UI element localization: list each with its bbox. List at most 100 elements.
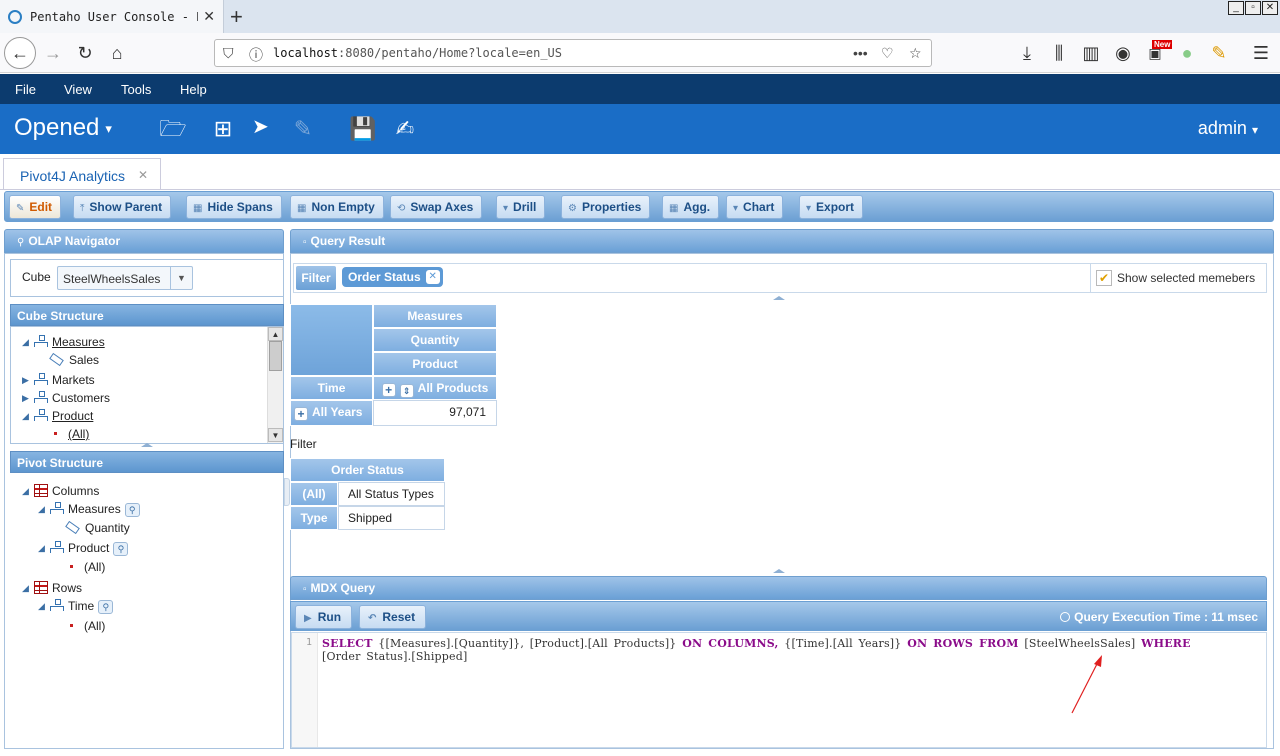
cube-structure-scrollbar[interactable]: ▲ ▼ bbox=[267, 327, 283, 443]
expanded-arrow-icon[interactable]: ◢ bbox=[22, 408, 29, 424]
new-tab-icon[interactable]: + bbox=[230, 4, 243, 30]
expanded-arrow-icon[interactable]: ◢ bbox=[38, 501, 45, 517]
chevron-down-icon: ▾ bbox=[806, 203, 812, 214]
tree-item-product[interactable]: ◢ Product bbox=[22, 408, 93, 424]
collapsed-arrow-icon[interactable]: ▶ bbox=[22, 390, 29, 406]
tree-item-product-all[interactable]: (All) bbox=[70, 559, 105, 575]
show-selected-checkbox[interactable]: ✔ bbox=[1096, 270, 1112, 286]
collapsed-arrow-icon[interactable]: ▶ bbox=[22, 372, 29, 388]
pocket-icon[interactable]: ♡ bbox=[881, 45, 894, 62]
expand-plus-icon[interactable]: + bbox=[294, 407, 308, 421]
column-header-measures[interactable]: Measures bbox=[373, 304, 497, 328]
splitter-handle[interactable] bbox=[131, 442, 163, 449]
search-icon[interactable]: ⚲ bbox=[98, 600, 114, 614]
tree-item-time-all[interactable]: (All) bbox=[70, 618, 105, 634]
expanded-arrow-icon[interactable]: ◢ bbox=[38, 598, 45, 614]
tree-item-measures[interactable]: ◢ Measures bbox=[22, 334, 105, 350]
search-icon[interactable]: ⚲ bbox=[113, 542, 129, 556]
tree-item-markets[interactable]: ▶ Markets bbox=[22, 372, 95, 388]
save-icon[interactable]: 💾 bbox=[348, 116, 378, 142]
edit-pencil-icon[interactable]: ✎ bbox=[288, 116, 318, 142]
scroll-down-icon[interactable]: ▼ bbox=[268, 428, 283, 442]
tree-item-all[interactable]: (All) bbox=[54, 426, 89, 442]
filter-chip-order-status[interactable]: Order Status ✕ bbox=[342, 267, 443, 287]
row-header-time[interactable]: Time bbox=[290, 376, 373, 400]
drill-button[interactable]: ▾ Drill bbox=[496, 195, 546, 219]
scroll-up-icon[interactable]: ▲ bbox=[268, 327, 283, 341]
back-icon[interactable]: ← bbox=[4, 37, 36, 69]
expand-plus-icon[interactable]: + bbox=[381, 383, 396, 397]
extension-pencil-icon[interactable]: ✎ bbox=[1206, 40, 1232, 66]
chart-button[interactable]: ▾ Chart bbox=[726, 195, 784, 219]
extension-circle-icon[interactable]: ● bbox=[1174, 40, 1200, 66]
swap-axes-button[interactable]: ⟲ Swap Axes bbox=[390, 195, 483, 219]
minimize-icon[interactable]: _ bbox=[1228, 1, 1244, 15]
tree-item-quantity[interactable]: Quantity bbox=[65, 520, 130, 536]
column-header-product[interactable]: Product bbox=[373, 352, 497, 376]
hamburger-menu-icon[interactable]: ☰ bbox=[1248, 40, 1274, 66]
reset-button[interactable]: ↶ Reset bbox=[359, 605, 427, 629]
expanded-arrow-icon[interactable]: ◢ bbox=[22, 483, 29, 499]
home-icon[interactable]: ⌂ bbox=[104, 40, 130, 66]
library-icon[interactable]: ⫼ bbox=[1046, 40, 1072, 66]
chevron-down-icon[interactable]: ▼ bbox=[170, 267, 192, 289]
info-icon[interactable]: ⓘ bbox=[249, 45, 263, 65]
column-member-all-products[interactable]: + ⇕ All Products bbox=[373, 376, 497, 400]
properties-button[interactable]: ⚙ Properties bbox=[561, 195, 651, 219]
new-file-icon[interactable]: ⊞ bbox=[208, 116, 238, 142]
close-tab-icon[interactable]: ✕ bbox=[203, 8, 215, 25]
filter-row-value: Shipped bbox=[338, 506, 445, 530]
forward-icon[interactable]: → bbox=[40, 40, 66, 66]
run-button[interactable]: ▶ Run bbox=[295, 605, 353, 629]
address-bar[interactable]: ⛉ ⓘ localhost:8080/pentaho/Home?locale=e… bbox=[214, 39, 932, 67]
splitter-handle[interactable] bbox=[763, 568, 795, 575]
tree-item-measures[interactable]: ◢ Measures ⚲ bbox=[38, 501, 140, 517]
splitter-handle[interactable] bbox=[763, 295, 795, 302]
show-parent-button[interactable]: ⤒ Show Parent bbox=[73, 195, 172, 219]
non-empty-button[interactable]: ▦ Non Empty bbox=[290, 195, 384, 219]
cube-select[interactable]: SteelWheelsSales ▼ bbox=[57, 266, 193, 290]
download-icon[interactable]: ⤓ bbox=[1014, 40, 1040, 66]
menu-view[interactable]: View bbox=[64, 82, 92, 97]
pivot-value-cell[interactable]: 97,071 bbox=[373, 400, 497, 426]
tree-item-customers[interactable]: ▶ Customers bbox=[22, 390, 110, 406]
export-button[interactable]: ▾ Export bbox=[799, 195, 864, 219]
tree-item-rows[interactable]: ◢ Rows bbox=[22, 580, 82, 596]
aggregation-button[interactable]: ▦ Agg. bbox=[662, 195, 720, 219]
mdx-editor[interactable]: 1 SELECT {[Measures].[Quantity]}, [Produ… bbox=[291, 632, 1267, 748]
menu-help[interactable]: Help bbox=[180, 82, 207, 97]
tab-pivot4j-analytics[interactable]: Pivot4J Analytics ✕ bbox=[3, 158, 161, 190]
scroll-thumb[interactable] bbox=[269, 341, 282, 371]
tree-item-product[interactable]: ◢ Product ⚲ bbox=[38, 540, 129, 556]
sort-icon[interactable]: ⇕ bbox=[399, 384, 414, 398]
column-header-quantity[interactable]: Quantity bbox=[373, 328, 497, 352]
shield-icon[interactable]: ⛉ bbox=[223, 45, 234, 62]
opened-dropdown[interactable]: Opened ▾ bbox=[14, 114, 112, 142]
open-folder-icon[interactable]: 🗁 bbox=[158, 116, 188, 142]
expanded-arrow-icon[interactable]: ◢ bbox=[22, 334, 29, 350]
remove-filter-icon[interactable]: ✕ bbox=[425, 270, 440, 284]
sidebar-icon[interactable]: ▥ bbox=[1078, 40, 1104, 66]
save-as-icon[interactable]: ✍ bbox=[390, 116, 420, 142]
window-close-icon[interactable]: ✕ bbox=[1262, 1, 1278, 15]
bookmark-star-icon[interactable]: ☆ bbox=[909, 45, 922, 62]
tree-item-time[interactable]: ◢ Time ⚲ bbox=[38, 598, 114, 614]
hide-spans-button[interactable]: ▦ Hide Spans bbox=[186, 195, 282, 219]
restore-icon[interactable]: ▫ bbox=[1245, 1, 1261, 15]
browser-tab[interactable]: Pentaho User Console - Pivot4J Analytics… bbox=[0, 0, 224, 33]
user-menu[interactable]: admin ▾ bbox=[1198, 118, 1258, 139]
close-tab-icon[interactable]: ✕ bbox=[138, 168, 148, 182]
expanded-arrow-icon[interactable]: ◢ bbox=[22, 580, 29, 596]
menu-tools[interactable]: Tools bbox=[121, 82, 151, 97]
account-icon[interactable]: ◉ bbox=[1110, 40, 1136, 66]
reload-icon[interactable]: ↻ bbox=[72, 40, 98, 66]
search-icon[interactable]: ⚲ bbox=[124, 503, 140, 517]
row-member-all-years[interactable]: + All Years bbox=[290, 400, 373, 426]
tree-item-columns[interactable]: ◢ Columns bbox=[22, 483, 99, 499]
expanded-arrow-icon[interactable]: ◢ bbox=[38, 540, 45, 556]
tree-item-sales[interactable]: Sales bbox=[49, 352, 99, 368]
edit-button[interactable]: ✎ Edit bbox=[9, 195, 62, 219]
menu-file[interactable]: File bbox=[15, 82, 36, 97]
page-actions-icon[interactable]: ••• bbox=[853, 45, 868, 61]
panel-collapse-handle[interactable] bbox=[284, 478, 290, 506]
